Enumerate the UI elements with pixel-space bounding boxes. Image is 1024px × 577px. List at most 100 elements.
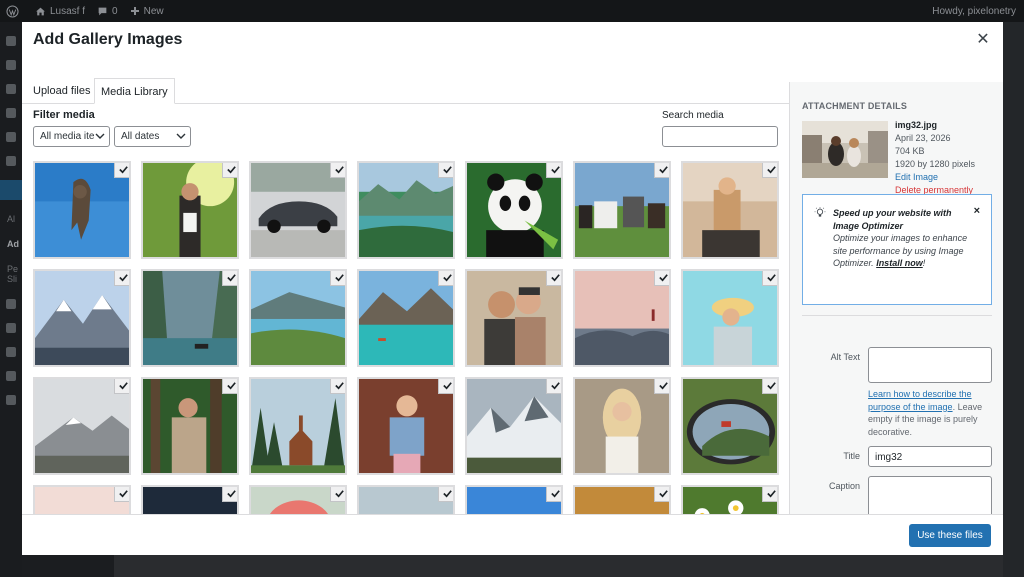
lightbulb-icon (814, 207, 826, 217)
attachment-thumbnail-horses[interactable] (573, 161, 671, 259)
checkmark-icon[interactable] (546, 163, 561, 178)
checkmark-icon[interactable] (438, 487, 453, 502)
tab-upload-files[interactable]: Upload files (27, 78, 96, 104)
attachment-thumbnail-blonde-woman[interactable] (573, 377, 671, 475)
pin-icon[interactable] (6, 84, 16, 94)
attachment-thumbnail-tree-sky[interactable] (465, 485, 563, 514)
modal-backdrop-right (1003, 22, 1024, 577)
checkmark-icon[interactable] (114, 379, 129, 394)
attachment-thumbnail-pink-haze[interactable] (33, 485, 131, 514)
search-input[interactable] (662, 126, 778, 147)
attachment-thumbnail-panda[interactable] (465, 161, 563, 259)
checkmark-icon[interactable] (546, 487, 561, 502)
checkmark-icon[interactable] (438, 379, 453, 394)
checkmark-icon[interactable] (762, 163, 777, 178)
attachment-thumbnail-woman-woods[interactable] (141, 377, 239, 475)
dashboard-menu-icon[interactable] (6, 36, 16, 46)
title-field[interactable]: img32 (868, 446, 992, 467)
wrench-menu-icon[interactable] (6, 371, 16, 382)
comments-menu-icon[interactable] (6, 156, 16, 166)
checkmark-icon[interactable] (654, 163, 669, 178)
account-greeting[interactable]: Howdy, pixelonetry (932, 6, 1016, 17)
checkmark-icon[interactable] (762, 487, 777, 502)
sidebar-divider (802, 315, 992, 316)
attachment-thumbnail-city-night[interactable] (141, 485, 239, 514)
attachment-thumbnail-skyline[interactable] (357, 485, 455, 514)
submenu-item-1[interactable]: Ad (7, 239, 22, 250)
attachment-thumbnail-fjord-boat[interactable] (141, 269, 239, 367)
tools-menu-icon[interactable] (6, 299, 16, 310)
attachment-thumbnail-snowy-peaks[interactable] (465, 377, 563, 475)
attachment-thumbnail-rocks-sunset[interactable] (573, 269, 671, 367)
checkmark-icon[interactable] (222, 271, 237, 286)
attachment-thumbnail-tropical-lake[interactable] (357, 161, 455, 259)
gear-menu-icon[interactable] (6, 395, 16, 406)
checkmark-icon[interactable] (762, 271, 777, 286)
comments-link[interactable]: 0 (97, 6, 118, 17)
attachment-thumbnail-coast-lake[interactable] (249, 269, 347, 367)
checkmark-icon[interactable] (330, 271, 345, 286)
filter-media-label: Filter media (33, 109, 95, 121)
attachment-details-sidebar: ATTACHMENT DETAILS img32.jpg April 23, 2… (789, 82, 1003, 514)
settings-menu-icon[interactable] (6, 108, 16, 118)
media-date-select[interactable]: All dates (114, 126, 191, 147)
attachment-size: 704 KB (895, 146, 925, 156)
attachment-thumbnail-woman-forest[interactable] (141, 161, 239, 259)
attachment-thumbnail-turquoise-lake[interactable] (357, 269, 455, 367)
close-icon[interactable]: ✕ (975, 32, 991, 48)
notice-title: Speed up your website with Image Optimiz… (833, 208, 952, 231)
checkmark-icon[interactable] (222, 379, 237, 394)
attachment-thumbnail-car-mirror[interactable] (681, 377, 779, 475)
attachment-thumbnail-daisies[interactable] (681, 485, 779, 514)
attachment-thumbnail-snow-mountains[interactable] (33, 269, 131, 367)
edit-image-link[interactable]: Edit Image (895, 171, 975, 184)
site-name-link[interactable]: Lusasf f (35, 6, 85, 17)
media-menu-icon[interactable] (0, 180, 22, 200)
attachment-thumbnail-flamingo[interactable] (249, 485, 347, 514)
attachment-thumbnail-two-women[interactable] (465, 269, 563, 367)
attachment-thumbnail-woman-hat[interactable] (681, 269, 779, 367)
checkmark-icon[interactable] (330, 487, 345, 502)
attachment-thumbnail-misty-mountain[interactable] (33, 377, 131, 475)
checkmark-icon[interactable] (654, 271, 669, 286)
wordpress-logo-icon[interactable] (6, 4, 23, 18)
tab-media-library[interactable]: Media Library (94, 78, 175, 104)
checkmark-icon[interactable] (330, 163, 345, 178)
checkmark-icon[interactable] (546, 271, 561, 286)
checkmark-icon[interactable] (114, 271, 129, 286)
checkmark-icon[interactable] (654, 487, 669, 502)
checkmark-icon[interactable] (654, 379, 669, 394)
checkmark-icon[interactable] (546, 379, 561, 394)
attachment-thumbnail-church-forest[interactable] (249, 377, 347, 475)
attachment-thumbnail-deer-sunset[interactable] (573, 485, 671, 514)
checkmark-icon[interactable] (330, 379, 345, 394)
attachment-thumbnail-woman-field[interactable] (681, 161, 779, 259)
submenu-item-0[interactable]: Al (7, 214, 22, 225)
checkmark-icon[interactable] (438, 163, 453, 178)
caption-field[interactable] (868, 476, 992, 514)
checkmark-icon[interactable] (222, 163, 237, 178)
menu-icon[interactable] (6, 60, 16, 70)
media-browser: Filter media All media ite All dates Sea… (22, 104, 789, 514)
notice-close-icon[interactable]: × (974, 205, 980, 218)
submenu-item-2[interactable]: Pe Sli (7, 264, 22, 286)
use-these-files-button[interactable]: Use these files (909, 524, 991, 547)
pages-menu-icon[interactable] (6, 132, 16, 142)
checkmark-icon[interactable] (762, 379, 777, 394)
attachment-thumbnail-car[interactable] (249, 161, 347, 259)
chevron-down-icon (176, 133, 186, 139)
title-label: Title (843, 451, 860, 461)
brush-menu-icon[interactable] (6, 323, 16, 334)
media-type-select[interactable]: All media ite (33, 126, 110, 147)
checkmark-icon[interactable] (222, 487, 237, 502)
checkmark-icon[interactable] (114, 163, 129, 178)
install-now-link[interactable]: Install now (876, 258, 923, 268)
attachment-details-heading: ATTACHMENT DETAILS (802, 101, 908, 111)
users-menu-icon[interactable] (6, 347, 16, 358)
alt-text-field[interactable] (868, 347, 992, 383)
checkmark-icon[interactable] (438, 271, 453, 286)
attachment-thumbnail-woman-laugh[interactable] (357, 377, 455, 475)
attachment-thumbnail-monkey-sky[interactable] (33, 161, 131, 259)
checkmark-icon[interactable] (114, 487, 129, 502)
new-content-link[interactable]: New (130, 6, 164, 17)
